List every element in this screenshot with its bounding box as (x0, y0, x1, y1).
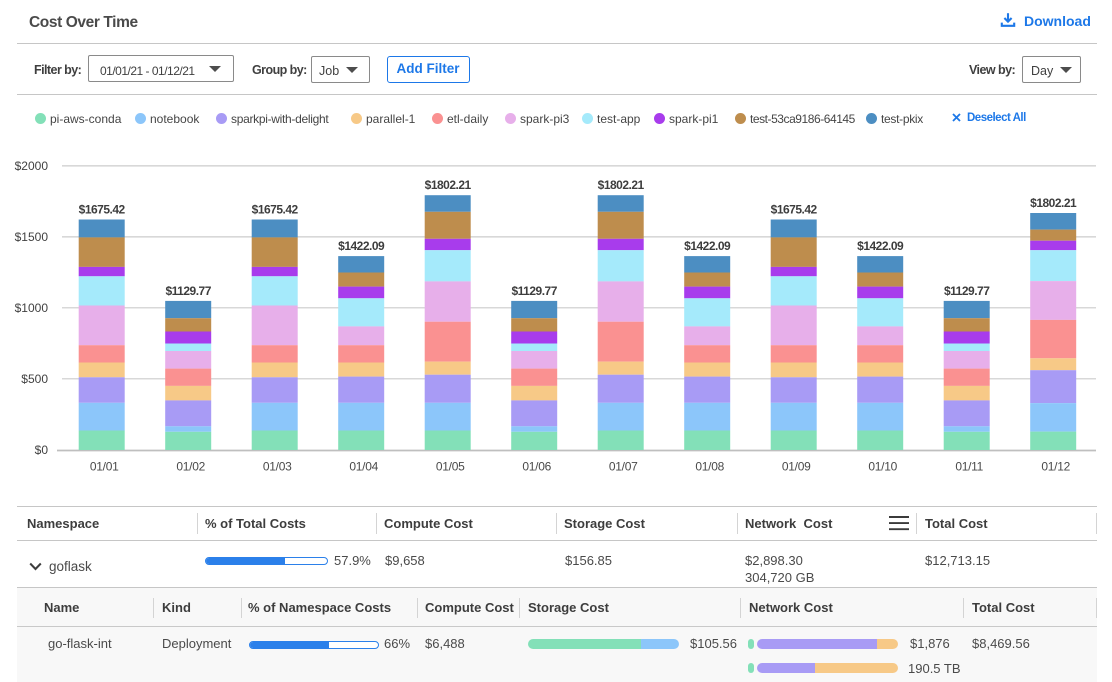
svg-text:$0: $0 (35, 443, 49, 457)
svg-text:01/08: 01/08 (695, 460, 724, 474)
svg-text:01/11: 01/11 (955, 460, 983, 474)
svg-text:01/02: 01/02 (176, 460, 205, 474)
svg-text:$1802.21: $1802.21 (598, 178, 645, 192)
svg-text:$1500: $1500 (15, 230, 49, 244)
svg-text:$1802.21: $1802.21 (1030, 196, 1077, 210)
svg-text:$1129.77: $1129.77 (944, 284, 990, 298)
svg-text:01/01: 01/01 (90, 460, 119, 474)
svg-text:01/05: 01/05 (436, 460, 465, 474)
svg-text:01/06: 01/06 (522, 460, 551, 474)
svg-text:$1422.09: $1422.09 (857, 239, 904, 253)
svg-text:$1129.77: $1129.77 (512, 284, 558, 298)
svg-text:$1000: $1000 (15, 301, 49, 315)
svg-text:01/04: 01/04 (349, 460, 378, 474)
svg-text:$1675.42: $1675.42 (79, 203, 126, 217)
svg-text:$1129.77: $1129.77 (166, 284, 212, 298)
svg-text:$1802.21: $1802.21 (425, 178, 472, 192)
svg-text:$1422.09: $1422.09 (338, 239, 385, 253)
svg-text:01/10: 01/10 (868, 460, 897, 474)
svg-text:01/07: 01/07 (609, 460, 638, 474)
svg-text:$1675.42: $1675.42 (252, 203, 299, 217)
svg-text:$1675.42: $1675.42 (771, 203, 818, 217)
svg-text:01/03: 01/03 (263, 460, 292, 474)
svg-text:$2000: $2000 (15, 159, 49, 173)
svg-text:01/12: 01/12 (1041, 460, 1070, 474)
svg-text:01/09: 01/09 (782, 460, 811, 474)
svg-text:$500: $500 (21, 372, 48, 386)
svg-text:$1422.09: $1422.09 (684, 239, 731, 253)
